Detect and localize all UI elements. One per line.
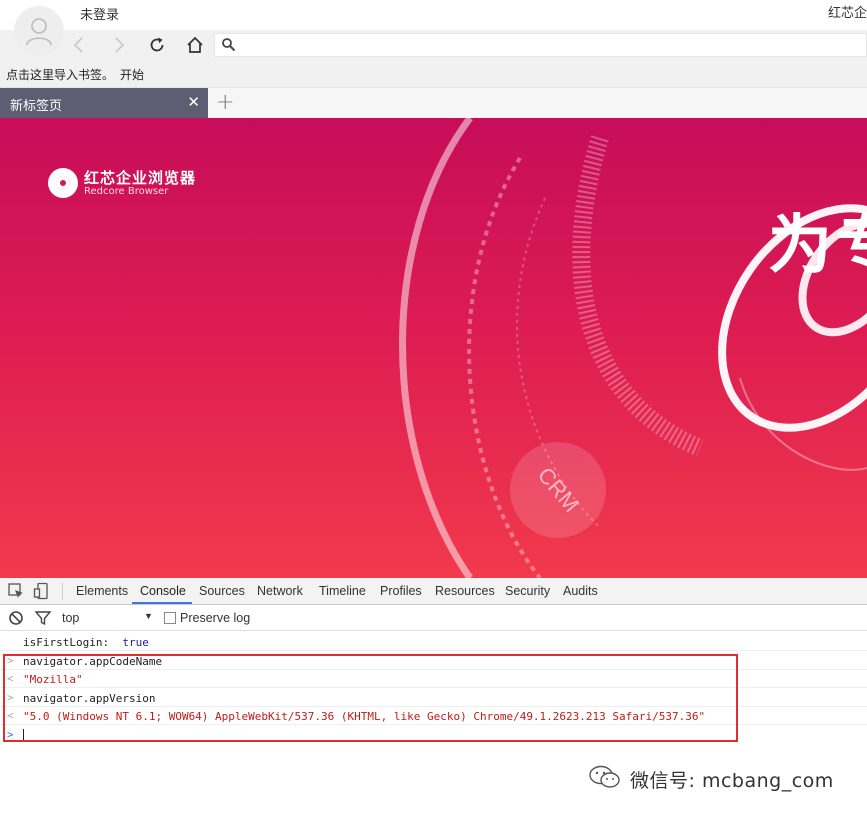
user-icon [26, 18, 52, 46]
address-bar[interactable] [214, 33, 867, 57]
reload-icon [150, 37, 164, 52]
title-bar: 未登录 红芯企 [0, 0, 867, 30]
navigation-bar [0, 30, 867, 60]
toolbar-divider [62, 583, 63, 600]
tab-new-tab[interactable]: 新标签页 ✕ [0, 88, 208, 118]
chevron-left-icon [73, 37, 83, 53]
devtools-toolbar: Elements Console Sources Network Timelin… [0, 578, 867, 605]
wechat-icon [589, 765, 620, 788]
tab-security[interactable]: Security [505, 584, 550, 598]
clear-console-icon[interactable] [7, 609, 25, 627]
tab-console[interactable]: Console [140, 584, 186, 598]
chevron-right-icon [115, 37, 125, 53]
tab-audits[interactable]: Audits [563, 584, 598, 598]
crm-label: CRM [532, 462, 585, 517]
new-tab-page: 红芯企业浏览器 Redcore Browser CRM 为专 [0, 118, 867, 578]
tab-resources[interactable]: Resources [435, 584, 495, 598]
logo-subtitle: Redcore Browser [84, 186, 169, 197]
tab-elements[interactable]: Elements [76, 584, 128, 598]
annotation-highlight-box [3, 654, 738, 742]
brand-label: 红芯企 [827, 6, 867, 21]
device-mode-icon[interactable] [33, 582, 51, 600]
log-key: isFirstLogin: [23, 636, 110, 649]
preserve-log-checkbox[interactable] [164, 612, 176, 624]
preserve-log-label: Preserve log [180, 611, 251, 625]
filter-icon[interactable] [34, 609, 52, 627]
home-icon [187, 36, 203, 53]
redcore-logo-icon [48, 168, 78, 198]
forward-button[interactable] [108, 34, 130, 56]
tab-profiles[interactable]: Profiles [380, 584, 422, 598]
tab-title: 新标签页 [10, 99, 63, 114]
search-icon [222, 38, 236, 52]
slogan: 为专 [768, 209, 867, 283]
tab-sources[interactable]: Sources [199, 584, 245, 598]
active-tab-indicator [132, 602, 192, 604]
bookmarks-bar: 点击这里导入书签。 开始 [0, 60, 867, 88]
dropdown-arrow-icon[interactable]: ▼ [144, 611, 153, 621]
login-status[interactable]: 未登录 [80, 4, 119, 23]
tab-network[interactable]: Network [257, 584, 303, 598]
reload-button[interactable] [146, 34, 168, 56]
logo-title: 红芯企业浏览器 [84, 169, 197, 187]
home-button[interactable] [184, 34, 206, 56]
close-icon[interactable]: ✕ [187, 93, 200, 111]
tab-timeline[interactable]: Timeline [319, 584, 366, 598]
console-log-line: isFirstLogin: true [0, 633, 867, 651]
log-value: true [122, 636, 149, 649]
watermark-text: 微信号: mcbang_com [630, 770, 834, 792]
console-filter-bar: top ▼ Preserve log [0, 605, 867, 631]
start-link[interactable]: 开始 [120, 66, 144, 83]
back-button[interactable] [68, 34, 90, 56]
inspect-element-icon[interactable] [7, 582, 25, 600]
avatar[interactable] [14, 6, 64, 56]
crm-bubble: CRM [510, 442, 606, 538]
tab-strip: 新标签页 ✕ + [0, 88, 867, 118]
context-select[interactable]: top [62, 611, 79, 625]
new-tab-button[interactable]: + [216, 90, 234, 115]
import-bookmarks-link[interactable]: 点击这里导入书签。 [6, 66, 114, 83]
